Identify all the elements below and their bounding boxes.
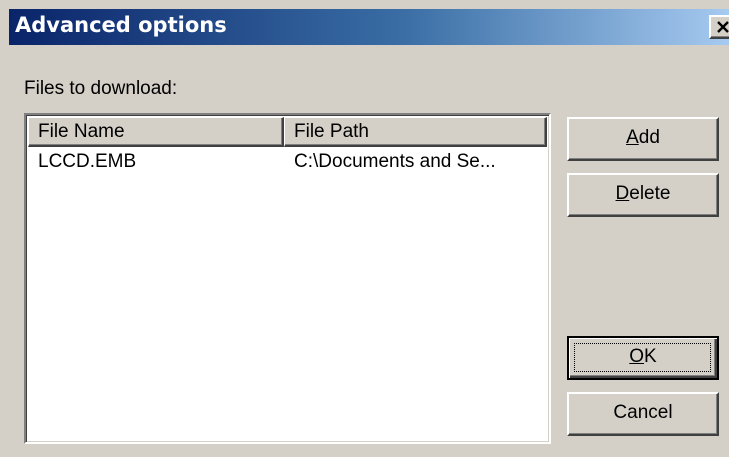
column-header-file-name[interactable]: File Name — [28, 117, 284, 147]
window-title: Advanced options — [15, 13, 227, 37]
files-list[interactable]: File Name File Path LCCD.EMB C:\Document… — [24, 113, 551, 444]
title-bar[interactable]: Advanced options — [9, 9, 729, 45]
ok-button[interactable]: OK — [567, 336, 719, 380]
focus-rectangle — [574, 343, 711, 372]
delete-button[interactable]: Delete — [567, 173, 719, 217]
close-icon — [717, 21, 729, 33]
close-button[interactable] — [709, 15, 729, 39]
add-button-label: dd — [638, 127, 660, 148]
files-to-download-label: Files to download: — [24, 78, 178, 99]
add-button[interactable]: Add — [567, 117, 719, 161]
list-header: File Name File Path — [28, 117, 547, 149]
delete-button-label: elete — [629, 183, 671, 204]
file-path-cell: C:\Documents and Se... — [294, 151, 496, 172]
add-button-mnemonic: A — [626, 127, 639, 148]
cancel-button[interactable]: Cancel — [567, 392, 719, 436]
advanced-options-dialog: Advanced options Files to download: File… — [0, 0, 729, 457]
file-name-cell: LCCD.EMB — [38, 151, 137, 172]
list-item[interactable]: LCCD.EMB C:\Documents and Se... — [28, 149, 547, 175]
delete-button-mnemonic: D — [615, 183, 630, 204]
column-header-file-path[interactable]: File Path — [284, 117, 547, 147]
